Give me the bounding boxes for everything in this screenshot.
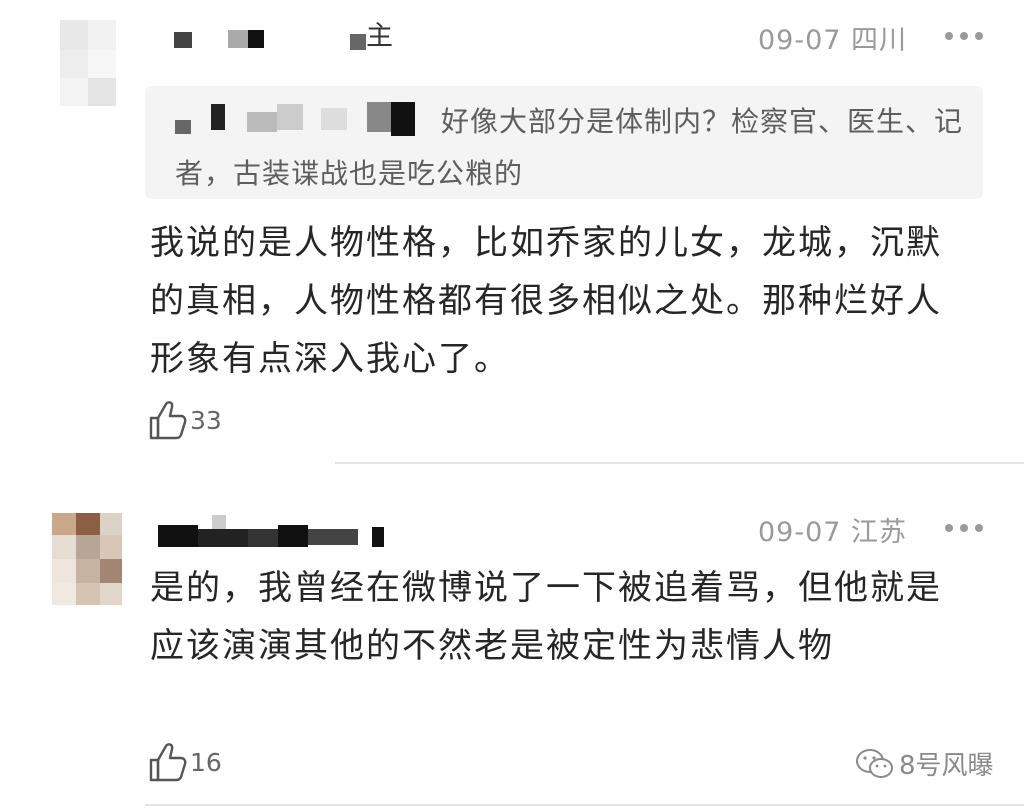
comment-body: 是的，我曾经在微博说了一下被追着骂，但他就是应该演演其他的不然老是被定性为悲情人… <box>150 568 942 666</box>
quoted-text: 好像大部分是体制内？检察官、医生、记者，古装谍战也是吃公粮的 <box>175 105 964 190</box>
divider <box>335 462 1024 464</box>
username-redacted[interactable] <box>158 515 398 549</box>
more-options-icon[interactable] <box>945 518 995 538</box>
timestamp-location: 09-07 四川 <box>758 25 908 56</box>
thumbs-up-icon <box>149 401 187 440</box>
wechat-logo-icon <box>856 748 893 778</box>
like-count: 33 <box>190 405 222 435</box>
avatar[interactable] <box>52 513 122 605</box>
comment-1: 主 09-07 四川 好像大部分是体制内？检察官、医生、记者，古装谍战也是吃公粮… <box>0 0 1024 465</box>
like-button[interactable]: 16 <box>148 740 222 784</box>
like-button[interactable]: 33 <box>148 398 222 442</box>
more-options-icon[interactable] <box>945 26 995 46</box>
watermark-text: 8号风曝 <box>899 751 994 781</box>
author-tag: 主 <box>366 21 394 52</box>
like-count: 16 <box>190 747 222 777</box>
divider <box>145 804 1024 806</box>
comment-body: 我说的是人物性格，比如乔家的儿女，龙城，沉默的真相，人物性格都有很多相似之处。那… <box>150 223 942 379</box>
avatar[interactable] <box>50 20 120 108</box>
thumbs-up-icon <box>149 743 187 782</box>
watermark: 8号风曝 <box>855 745 994 782</box>
timestamp-location: 09-07 江苏 <box>758 517 908 548</box>
quoted-reply[interactable]: 好像大部分是体制内？检察官、医生、记者，古装谍战也是吃公粮的 <box>145 86 983 199</box>
